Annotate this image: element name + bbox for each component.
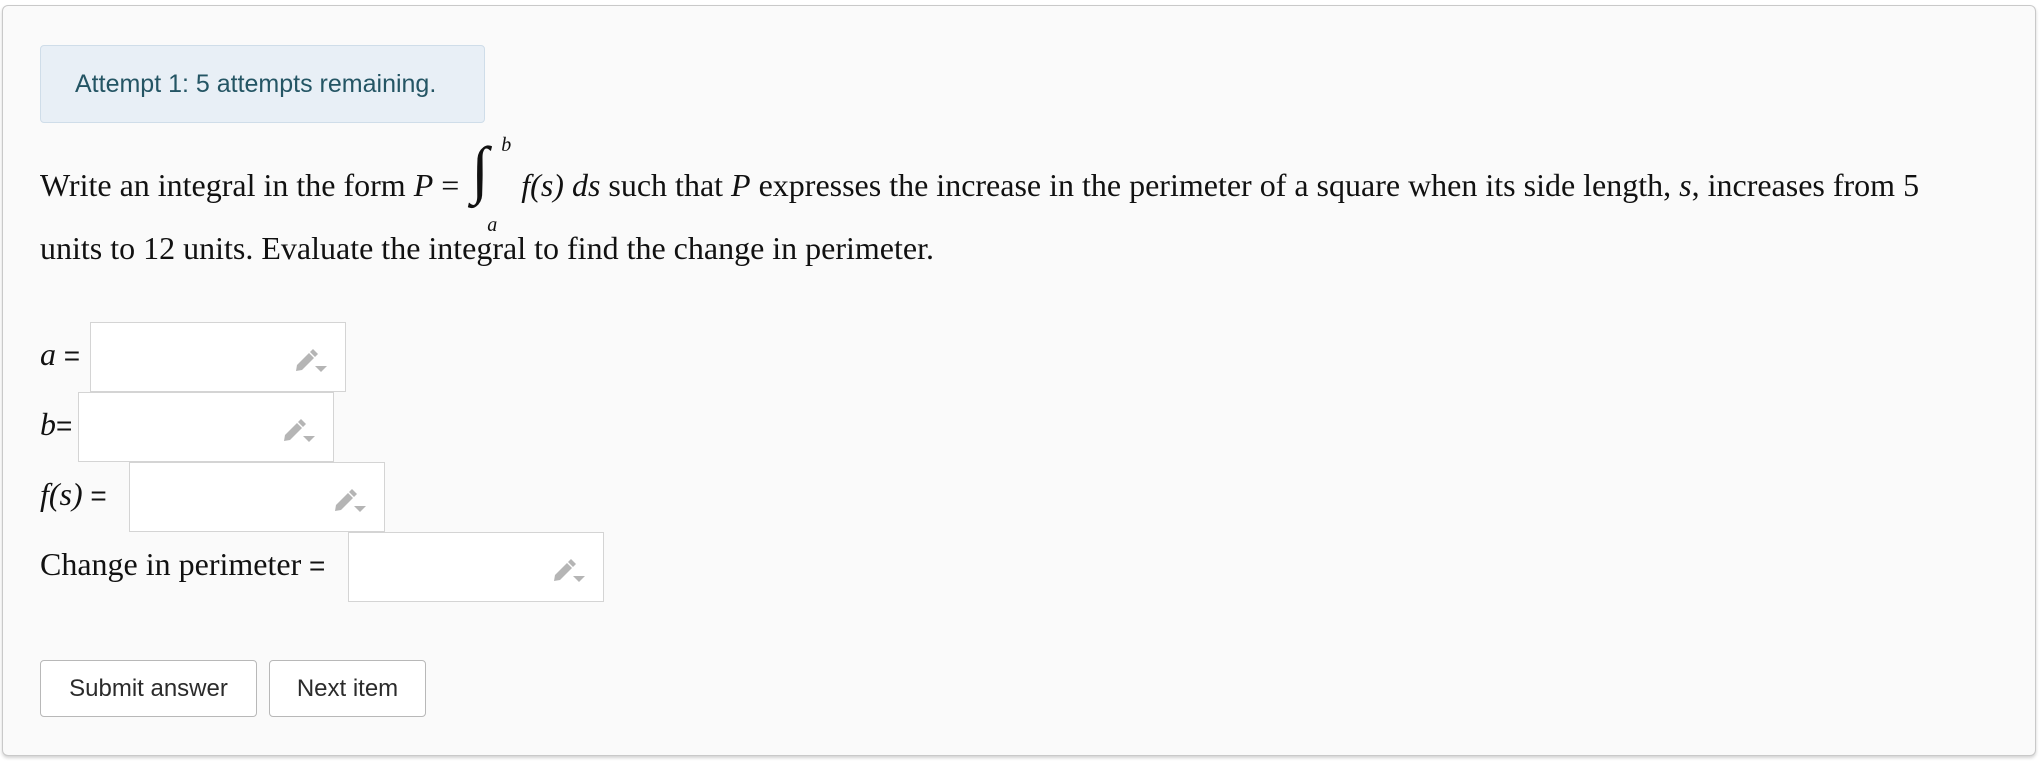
- prompt-text: such that: [608, 167, 724, 203]
- integral-upper-limit: b: [501, 134, 512, 156]
- pencil-icon[interactable]: [551, 553, 587, 585]
- pencil-icon[interactable]: [281, 413, 317, 445]
- prompt-line-1: Write an integral in the form P = ∫ b a …: [40, 134, 1920, 236]
- field-label-change: Change in perimeter =: [40, 546, 326, 582]
- field-label-fs: f(s) =: [40, 476, 107, 512]
- math-P: P: [413, 167, 434, 203]
- pencil-icon[interactable]: [332, 483, 368, 515]
- integrand: f(s) ds: [521, 167, 601, 203]
- prompt-text: units to 12 units. Evaluate the integral…: [40, 230, 934, 266]
- integral-sign: ∫: [471, 134, 489, 205]
- math-P: P: [731, 167, 751, 203]
- integral-symbol: ∫ b a: [467, 134, 513, 236]
- math-equals: =: [441, 167, 460, 203]
- answer-input-a[interactable]: [90, 322, 346, 392]
- field-label-a: a =: [40, 336, 81, 372]
- prompt-text: Write an integral in the form: [40, 167, 406, 203]
- pencil-icon[interactable]: [293, 343, 329, 375]
- field-label-b: b=: [40, 406, 73, 442]
- math-s: s: [1679, 167, 1692, 203]
- next-item-button[interactable]: Next item: [269, 660, 426, 717]
- answer-input-fs[interactable]: [129, 462, 385, 532]
- attempts-text: Attempt 1: 5 attempts remaining.: [75, 70, 437, 98]
- answer-input-b[interactable]: [78, 392, 334, 462]
- attempts-notice: Attempt 1: 5 attempts remaining.: [40, 45, 485, 123]
- submit-answer-button[interactable]: Submit answer: [40, 660, 257, 717]
- prompt-text: , increases from 5: [1691, 167, 1920, 203]
- prompt-text: expresses the increase in the perimeter …: [758, 167, 1672, 203]
- prompt-line-2: units to 12 units. Evaluate the integral…: [40, 230, 934, 267]
- answer-input-change[interactable]: [348, 532, 604, 602]
